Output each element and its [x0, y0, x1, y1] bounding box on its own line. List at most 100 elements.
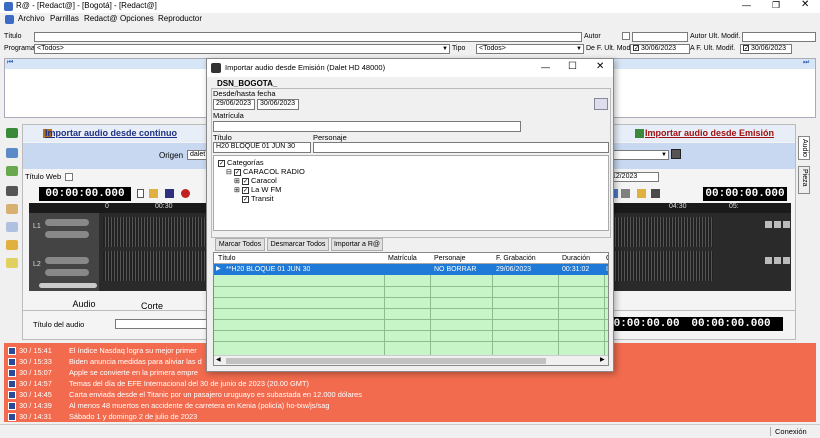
col-personaje[interactable]: Personaje — [434, 253, 466, 264]
collapse-icon[interactable]: ⊟ — [226, 169, 232, 176]
news-item[interactable]: 30 / 15:41 El índice Nasdaq logra su mejo… — [8, 345, 197, 356]
news-item[interactable]: 30 / 14:45 Carta enviada desde el Titanic… — [8, 389, 362, 400]
news-item[interactable]: 30 / 15:07 Apple se convierte en la prime… — [8, 367, 198, 378]
scroll-right-icon[interactable]: ▶ — [600, 356, 605, 363]
a-date[interactable]: ✓ 30/06/2023 — [740, 44, 792, 54]
col-fecha[interactable]: F. Grabación — [496, 253, 536, 264]
expand-icon[interactable]: ⊞ — [234, 187, 240, 194]
volume-slider-1[interactable] — [45, 219, 89, 226]
volume-slider-3[interactable] — [45, 257, 89, 264]
checkbox[interactable]: ✓ — [242, 195, 249, 203]
close-icon[interactable]: ✕ — [801, 0, 809, 10]
chart-icon[interactable] — [6, 222, 18, 232]
folder-icon[interactable] — [6, 240, 18, 250]
news-item[interactable]: 30 / 14:39 Al menos 48 muertos en acciden… — [8, 400, 329, 411]
expand-icon[interactable]: ⊞ — [234, 178, 240, 185]
col-duracion[interactable]: Duración — [562, 253, 590, 264]
col-c[interactable]: C — [606, 253, 608, 264]
scroll-left-icon[interactable]: ◀ — [216, 356, 221, 363]
date-right-input[interactable]: /12/2023 — [607, 172, 659, 182]
record-icon[interactable] — [181, 189, 190, 198]
last-nav-icon[interactable]: ⏭ — [803, 59, 809, 67]
cut-icon[interactable] — [6, 186, 18, 196]
hasta-date[interactable]: 30/06/2023 — [257, 99, 299, 110]
titulo-web-checkbox[interactable] — [65, 173, 73, 181]
dialog-minimize-icon[interactable]: — — [541, 62, 550, 72]
news-item[interactable]: 30 / 15:33 Biden anuncia medidas para ali… — [8, 356, 202, 367]
menu-archivo[interactable]: Archivo — [18, 14, 45, 24]
desmarcar-todos-button[interactable]: Desmarcar Todos — [267, 238, 329, 251]
desde-date[interactable]: 29/06/2023 — [213, 99, 255, 110]
importar-button[interactable]: Importar a R@ — [331, 238, 383, 251]
dialog-maximize-icon[interactable]: ☐ — [568, 61, 577, 72]
news-time: 30 / 15:41 — [19, 346, 52, 355]
menu-redacta[interactable]: Redact@ — [84, 14, 117, 24]
titulo-audio-input[interactable] — [115, 319, 213, 329]
titulo-filter-input[interactable] — [34, 32, 582, 42]
news-item[interactable]: 30 / 14:57 Temas del día de EFE Internaci… — [8, 378, 309, 389]
track-label-l1: L1 — [33, 223, 41, 230]
origen-select-right[interactable]: ▼ — [613, 150, 669, 160]
checkbox[interactable]: ✓ — [241, 177, 249, 185]
solo-button-2[interactable] — [774, 257, 781, 264]
side-tab-audio[interactable]: Audio — [798, 136, 810, 160]
matricula-input[interactable] — [213, 121, 521, 132]
pencil-icon[interactable] — [6, 166, 18, 176]
refresh-icon[interactable] — [594, 98, 608, 110]
autor-ult-input[interactable] — [742, 32, 816, 42]
note-icon[interactable] — [6, 258, 18, 268]
date-right-value: /12/2023 — [610, 173, 638, 180]
restore-icon[interactable]: ❐ — [772, 0, 780, 11]
first-nav-icon[interactable]: ⏮ — [7, 59, 13, 67]
dialog-titulo-input[interactable]: H20 BLOQUE 01 JUN 30 — [213, 142, 311, 153]
solo-button-1[interactable] — [774, 221, 781, 228]
col-matricula[interactable]: Matrícula — [388, 253, 417, 264]
menu-parrillas[interactable]: Parrillas — [50, 14, 79, 24]
rec-button-1[interactable] — [783, 221, 790, 228]
rec-button-2[interactable] — [783, 257, 790, 264]
scroll-slider[interactable] — [39, 283, 97, 288]
tipo-select[interactable]: <Todos> ▼ — [476, 44, 584, 54]
mute-button-2[interactable] — [765, 257, 772, 264]
tools-icon[interactable] — [621, 189, 630, 198]
mute-button-1[interactable] — [765, 221, 772, 228]
new-icon[interactable] — [137, 189, 144, 198]
news-item[interactable]: 30 / 14:31 Sábado 1 y domingo 2 de julio … — [8, 411, 197, 422]
tree-child[interactable]: ✓ Transit — [242, 194, 274, 203]
scroll-thumb[interactable] — [226, 358, 546, 364]
checkbox[interactable]: ✓ — [233, 168, 241, 176]
edit-icon[interactable] — [6, 148, 18, 158]
side-tab-pieza[interactable]: Pieza — [798, 166, 810, 194]
tab-audio[interactable]: Audio — [49, 299, 119, 309]
calendar-icon[interactable] — [671, 149, 681, 159]
minimize-icon[interactable]: — — [742, 0, 751, 10]
image-icon[interactable] — [6, 204, 18, 214]
volume-slider-2[interactable] — [45, 231, 89, 238]
tree-root[interactable]: ✓ Categorías — [218, 158, 264, 167]
category-tree[interactable]: ✓ Categorías ⊟ ✓ CARACOL RADIO ⊞ ✓ Caracol … — [213, 155, 609, 231]
open-icon[interactable] — [149, 189, 158, 198]
table-row[interactable]: ▶ **H20 BLOQUE 01 JUN 30 NO BORRAR 29/06… — [214, 264, 608, 275]
results-table[interactable]: Título Matrícula Personaje F. Grabación … — [213, 252, 609, 366]
horizontal-scrollbar[interactable]: ◀ ▶ — [214, 355, 608, 365]
camera-icon[interactable] — [651, 189, 660, 198]
tab-corte[interactable]: Corte — [117, 301, 187, 311]
dialog-close-icon[interactable]: ✕ — [596, 61, 604, 72]
volume-slider-4[interactable] — [45, 269, 89, 276]
checkbox[interactable]: ✓ — [241, 186, 249, 194]
col-titulo[interactable]: Título — [218, 253, 236, 264]
autor-checkbox[interactable] — [622, 32, 630, 40]
marcar-todos-button[interactable]: Marcar Todos — [215, 238, 265, 251]
import-emision-link[interactable]: Importar audio desde Emisión — [645, 128, 774, 138]
autor-input[interactable] — [632, 32, 688, 42]
personaje-input[interactable] — [313, 142, 609, 153]
menu-reproductor[interactable]: Reproductor — [158, 14, 202, 24]
menu-opciones[interactable]: Opciones — [120, 14, 154, 24]
save-icon[interactable] — [165, 189, 174, 198]
copy-icon[interactable] — [637, 189, 646, 198]
play-icon[interactable] — [6, 128, 18, 138]
programa-select[interactable]: <Todos> ▼ — [34, 44, 450, 54]
import-continuo-link[interactable]: Importar audio desde continuo — [45, 128, 177, 138]
de-date[interactable]: ✓ 30/06/2023 — [630, 44, 690, 54]
checkbox[interactable]: ✓ — [218, 159, 225, 167]
